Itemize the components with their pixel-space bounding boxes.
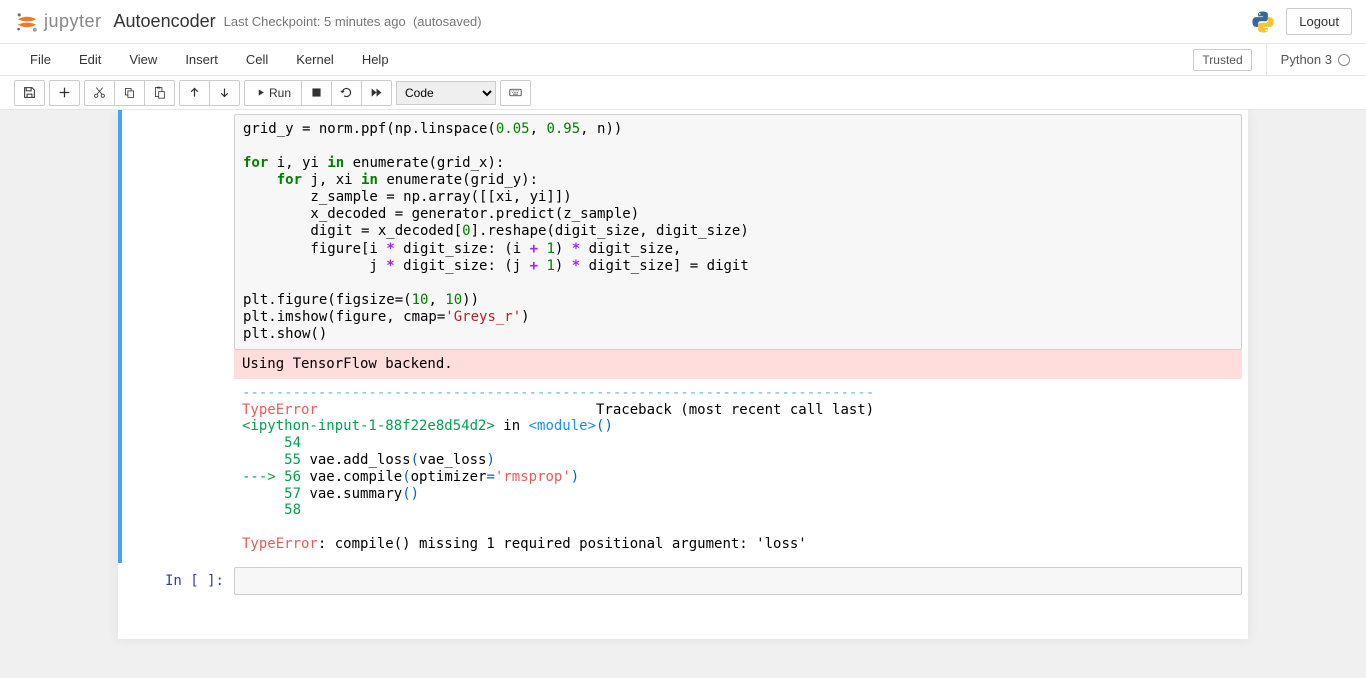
traceback-output: ----------------------------------------… bbox=[234, 379, 1242, 559]
run-icon bbox=[255, 86, 265, 99]
move-up-button[interactable] bbox=[180, 81, 209, 105]
code-input[interactable] bbox=[234, 567, 1242, 595]
copy-button[interactable] bbox=[114, 81, 144, 105]
stop-button[interactable] bbox=[301, 81, 331, 105]
jupyter-icon bbox=[14, 9, 40, 35]
stderr-output: Using TensorFlow backend. bbox=[234, 350, 1242, 379]
save-button[interactable] bbox=[15, 81, 44, 105]
code-cell-running[interactable]: grid_y = norm.ppf(np.linspace(0.05, 0.95… bbox=[118, 110, 1248, 563]
toolbar: Run Code bbox=[0, 76, 1366, 110]
menu-help[interactable]: Help bbox=[348, 46, 403, 73]
menu-insert[interactable]: Insert bbox=[171, 46, 232, 73]
notebook-container: grid_y = norm.ppf(np.linspace(0.05, 0.95… bbox=[118, 110, 1248, 639]
restart-button[interactable] bbox=[331, 81, 361, 105]
command-palette-button[interactable] bbox=[501, 81, 530, 105]
restart-run-button[interactable] bbox=[361, 81, 391, 105]
menubar: File Edit View Insert Cell Kernel Help T… bbox=[0, 44, 1366, 76]
kernel-status-icon bbox=[1338, 54, 1350, 66]
cell-prompt: In [ ]: bbox=[124, 567, 234, 595]
fast-forward-icon bbox=[370, 86, 383, 99]
plus-icon bbox=[58, 86, 71, 99]
paste-icon bbox=[153, 86, 166, 99]
menu-file[interactable]: File bbox=[16, 46, 65, 73]
cell-type-select[interactable]: Code bbox=[396, 81, 496, 105]
keyboard-icon bbox=[509, 86, 522, 99]
stop-icon bbox=[310, 86, 323, 99]
cut-icon bbox=[93, 86, 106, 99]
kernel-indicator: Python 3 bbox=[1266, 44, 1350, 75]
paste-button[interactable] bbox=[144, 81, 174, 105]
python-icon bbox=[1250, 9, 1276, 35]
trusted-indicator[interactable]: Trusted bbox=[1193, 49, 1251, 71]
menu-view[interactable]: View bbox=[115, 46, 171, 73]
kernel-name: Python 3 bbox=[1281, 52, 1332, 67]
restart-icon bbox=[340, 86, 353, 99]
menu-edit[interactable]: Edit bbox=[65, 46, 115, 73]
copy-icon bbox=[123, 86, 136, 99]
arrow-down-icon bbox=[218, 86, 231, 99]
cell-prompt bbox=[124, 114, 234, 559]
jupyter-logo[interactable]: jupyter bbox=[14, 9, 102, 35]
menu-kernel[interactable]: Kernel bbox=[282, 46, 348, 73]
notebook-scroll-area[interactable]: grid_y = norm.ppf(np.linspace(0.05, 0.95… bbox=[0, 110, 1366, 678]
notebook-title[interactable]: Autoencoder bbox=[114, 11, 216, 32]
save-icon bbox=[23, 86, 36, 99]
add-cell-button[interactable] bbox=[50, 81, 79, 105]
menu-cell[interactable]: Cell bbox=[232, 46, 282, 73]
move-down-button[interactable] bbox=[209, 81, 239, 105]
checkpoint-text: Last Checkpoint: 5 minutes ago (autosave… bbox=[224, 14, 482, 29]
code-input[interactable]: grid_y = norm.ppf(np.linspace(0.05, 0.95… bbox=[234, 114, 1242, 350]
header-bar: jupyter Autoencoder Last Checkpoint: 5 m… bbox=[0, 0, 1366, 44]
cut-button[interactable] bbox=[85, 81, 114, 105]
logo-text: jupyter bbox=[44, 11, 102, 32]
logout-button[interactable]: Logout bbox=[1286, 8, 1352, 35]
run-button[interactable]: Run bbox=[245, 81, 301, 105]
arrow-up-icon bbox=[188, 86, 201, 99]
empty-code-cell[interactable]: In [ ]: bbox=[118, 563, 1248, 599]
